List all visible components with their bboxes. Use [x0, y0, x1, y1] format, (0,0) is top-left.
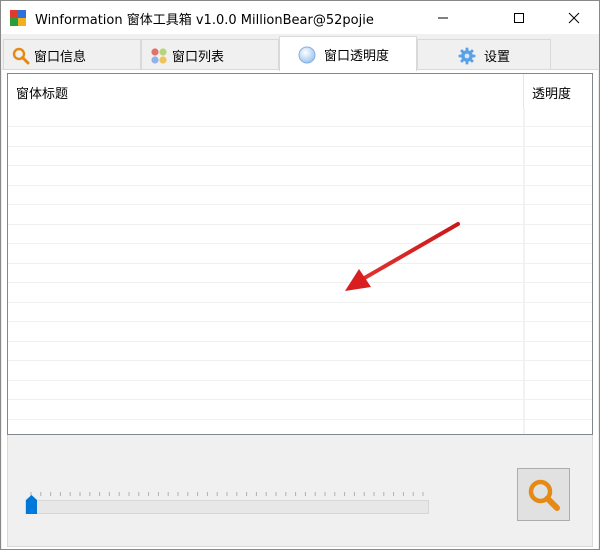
list-gridline [8, 146, 592, 147]
list-gridline [8, 204, 592, 205]
list-gridline [8, 243, 592, 244]
list-gridline [8, 263, 592, 264]
red-arrow-annotation [345, 222, 460, 291]
tab-window-list[interactable]: 窗口列表 [141, 39, 279, 70]
opacity-slider[interactable] [25, 490, 429, 514]
list-gridline [8, 224, 592, 225]
column-gridline [523, 108, 525, 434]
list-gridline [8, 360, 592, 361]
tab-bar: 窗口信息 窗口列表 窗口透明度 设置 [1, 34, 599, 71]
minimize-button[interactable] [420, 1, 466, 34]
list-gridline [8, 185, 592, 186]
gear-icon [458, 47, 476, 65]
opacity-panel: 窗体标题 透明度 [2, 69, 598, 549]
list-gridline [8, 380, 592, 381]
slider-thumb[interactable] [26, 495, 37, 514]
search-icon [528, 479, 560, 511]
list-gridline [8, 126, 592, 127]
slider-track[interactable] [25, 500, 429, 514]
search-button[interactable] [517, 468, 570, 521]
list-gridline [8, 419, 592, 420]
slider-ticks [30, 492, 424, 496]
app-logo-icon [10, 10, 26, 26]
minimize-icon [438, 17, 448, 18]
list-gridline [8, 302, 592, 303]
tab-settings[interactable]: 设置 [417, 39, 551, 70]
close-icon [568, 12, 580, 23]
tab-label: 窗口透明度 [324, 48, 390, 64]
list-gridline [8, 399, 592, 400]
list-gridline [8, 321, 592, 322]
column-header-opacity[interactable]: 透明度 [532, 83, 571, 102]
search-icon [12, 47, 30, 65]
list-gridline [8, 165, 592, 166]
circle-icon [298, 46, 316, 64]
close-button[interactable] [551, 1, 597, 34]
title-bar[interactable]: Winformation 窗体工具箱 v1.0.0 MillionBear@52… [1, 1, 599, 34]
window-title: Winformation 窗体工具箱 v1.0.0 MillionBear@52… [35, 13, 374, 28]
app-window: Winformation 窗体工具箱 v1.0.0 MillionBear@52… [0, 0, 600, 550]
tab-label: 设置 [484, 49, 511, 65]
maximize-icon [514, 12, 524, 23]
window-list-view[interactable]: 窗体标题 透明度 [7, 73, 593, 435]
grid-icon [151, 48, 167, 64]
tab-label: 窗口信息 [34, 49, 87, 65]
column-header-title[interactable]: 窗体标题 [16, 83, 68, 102]
maximize-button[interactable] [496, 1, 542, 34]
list-gridline [8, 341, 592, 342]
tab-label: 窗口列表 [172, 49, 225, 65]
list-gridline [8, 282, 592, 283]
list-header: 窗体标题 透明度 [8, 74, 592, 108]
tab-window-info[interactable]: 窗口信息 [3, 39, 141, 70]
tab-window-opacity[interactable]: 窗口透明度 [279, 36, 417, 71]
column-divider[interactable] [523, 74, 524, 108]
